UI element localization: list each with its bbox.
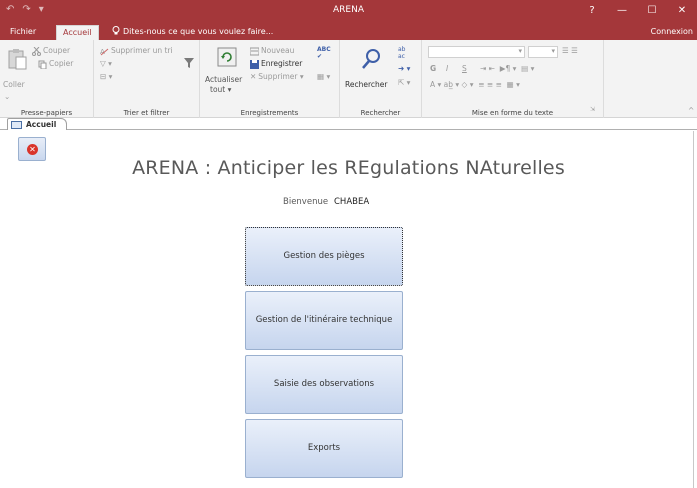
more-records-icon[interactable]: ▦ ▾ <box>317 72 330 81</box>
form-icon <box>11 121 22 129</box>
tell-me-text: Dites-nous ce que vous voulez faire... <box>123 27 274 36</box>
refresh-all-label-line1: Actualiser <box>205 75 243 84</box>
remove-sort-icon: A <box>100 48 109 56</box>
delete-icon: ✕ <box>250 72 257 81</box>
new-record-icon <box>250 47 259 55</box>
find-group-label: Rechercher <box>360 109 401 117</box>
text-format-group: ▾ ▾ ☰ ☰ G I S ⇥ ⇤ ▶¶ ▾ ▤ ▾ A ▾ ab̲ ▾ ◇ ▾… <box>422 40 604 118</box>
manage-technical-itinerary-button[interactable]: Gestion de l'itinéraire technique <box>245 291 403 350</box>
delete-record-label: Supprimer <box>258 72 298 81</box>
manage-traps-button[interactable]: Gestion des pièges <box>245 227 403 286</box>
text-format-group-label: Mise en forme du texte <box>471 109 554 117</box>
remove-sort-label: Supprimer un tri <box>111 46 173 55</box>
records-group-label: Enregistrements <box>240 109 299 117</box>
refresh-all-dropdown[interactable]: tout ▾ <box>210 85 231 94</box>
italic-button[interactable]: I <box>446 64 448 73</box>
refresh-all-button[interactable]: Actualiser <box>205 75 242 84</box>
welcome-label: Bienvenue <box>283 197 329 207</box>
tell-me-box[interactable]: Dites-nous ce que vous voulez faire... <box>112 25 273 39</box>
copy-icon <box>38 60 47 69</box>
dialog-launcher-icon[interactable]: ⇲ <box>590 106 595 113</box>
new-record-button[interactable]: Nouveau <box>250 46 294 56</box>
maximize-button[interactable]: ☐ <box>637 0 667 22</box>
font-name-select[interactable]: ▾ <box>428 46 525 58</box>
paste-icon <box>8 49 27 70</box>
paste-dropdown-icon[interactable]: ⌄ <box>4 92 10 101</box>
close-icon: ✕ <box>27 144 38 155</box>
save-icon <box>250 59 259 69</box>
enter-observations-button[interactable]: Saisie des observations <box>245 355 403 414</box>
font-name-dropdown-icon[interactable]: ▾ <box>518 47 522 55</box>
refresh-all-label-line2: tout <box>210 85 226 94</box>
sign-in-link[interactable]: Connexion <box>651 25 693 39</box>
select-icon[interactable]: ⇱ ▾ <box>398 78 410 87</box>
bullets-icon[interactable]: ☰ ☰ <box>562 46 578 55</box>
font-color-icons[interactable]: A ▾ ab̲ ▾ ◇ ▾ ≡ ≡ ≡ ▦ ▾ <box>430 80 520 89</box>
save-record-label: Enregistrer <box>261 59 303 68</box>
delete-record-button[interactable]: ✕ Supprimer ▾ <box>250 72 304 81</box>
title-bar: ↶ ↷ ▾ ARENA ? — ☐ ✕ <box>0 0 697 22</box>
ribbon-tab-row: Fichier Accueil Dites-nous ce que vous v… <box>0 22 697 40</box>
records-group: Actualiser tout ▾ Nouveau Enregistrer ✕ S… <box>200 40 340 118</box>
cut-button[interactable]: Couper <box>32 46 70 56</box>
ribbon: Coller Couper Copier ⌄ Presse-papiers AS… <box>0 40 697 118</box>
home-form: ✕ ARENA : Anticiper les REgulations NAtu… <box>0 131 697 488</box>
clipboard-group: Coller Couper Copier ⌄ Presse-papiers <box>0 40 94 118</box>
cut-label: Couper <box>43 46 71 55</box>
close-window-button[interactable]: ✕ <box>667 0 697 22</box>
page-title: ARENA : Anticiper les REgulations NAture… <box>132 157 565 179</box>
font-size-select[interactable]: ▾ <box>528 46 558 58</box>
find-group: Rechercher ab ac ➜ ▾ ⇱ ▾ Rechercher <box>340 40 422 118</box>
go-to-icon[interactable]: ➜ ▾ <box>398 64 410 73</box>
new-record-label: Nouveau <box>261 46 295 55</box>
replace-icon[interactable]: ab ac <box>398 46 406 60</box>
filter-options-button[interactable]: ▽ ▾ <box>100 59 112 68</box>
username-value: CHABEA <box>334 197 370 207</box>
tab-accueil-form[interactable]: Accueil <box>7 118 68 130</box>
bold-button[interactable]: G <box>430 64 436 73</box>
copy-label: Copier <box>49 59 74 68</box>
filter-icon[interactable] <box>184 58 194 68</box>
sort-filter-group-label: Trier et filtrer <box>123 109 170 117</box>
document-tabs: Accueil <box>0 118 697 130</box>
tab-home[interactable]: Accueil <box>56 25 99 40</box>
underline-button[interactable]: S <box>462 64 467 73</box>
exports-button[interactable]: Exports <box>245 419 403 478</box>
sort-filter-group: A Supprimer un tri ▽ ▾ ⊟ ▾ Trier et filtr… <box>94 40 200 118</box>
remove-sort-button[interactable]: A Supprimer un tri <box>100 46 173 56</box>
collapse-ribbon-icon[interactable]: ^ <box>688 106 694 115</box>
paste-button[interactable]: Coller <box>3 80 25 89</box>
form-right-border <box>693 131 694 488</box>
clipboard-group-label: Presse-papiers <box>20 109 73 117</box>
indent-icons[interactable]: ⇥ ⇤ ▶¶ ▾ ▤ ▾ <box>480 64 534 73</box>
lightbulb-icon <box>112 26 120 35</box>
tab-file[interactable]: Fichier <box>4 25 42 40</box>
toggle-filter-button[interactable]: ⊟ ▾ <box>100 72 112 81</box>
copy-button[interactable]: Copier <box>38 59 73 69</box>
font-size-dropdown-icon[interactable]: ▾ <box>551 47 555 55</box>
spelling-icon[interactable]: ABC ✔ <box>317 46 331 60</box>
minimize-button[interactable]: — <box>607 0 637 22</box>
help-button[interactable]: ? <box>577 0 607 22</box>
search-icon <box>362 49 380 69</box>
save-record-button[interactable]: Enregistrer <box>250 59 302 69</box>
tab-accueil-label: Accueil <box>26 120 57 129</box>
window-controls: ? — ☐ ✕ <box>577 0 697 22</box>
find-button[interactable]: Rechercher <box>345 80 387 89</box>
refresh-all-icon <box>217 47 237 67</box>
scissors-icon <box>32 46 41 56</box>
